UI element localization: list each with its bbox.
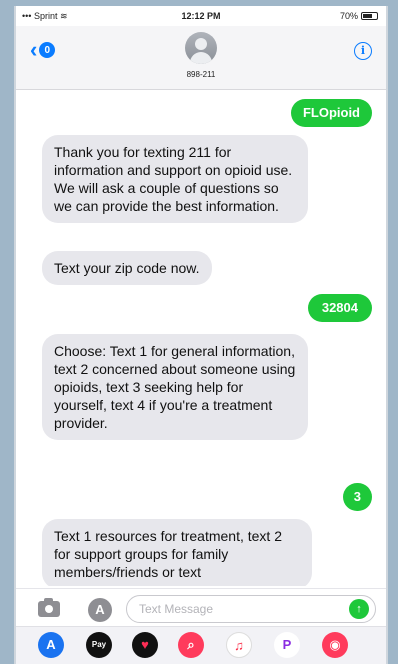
battery-percent: 70% [339, 11, 358, 21]
apple-pay-icon[interactable]: Pay [86, 632, 112, 658]
message-input-placeholder: Text Message [139, 602, 214, 616]
back-button[interactable]: ‹ 0 [30, 37, 56, 62]
message-bubble-sent[interactable]: FLOpioid [290, 99, 372, 127]
status-bar: ••• Sprint ≋ 12:12 PM 70% [16, 6, 386, 26]
camera-icon[interactable] [38, 598, 60, 617]
music-icon[interactable]: ♫ [226, 632, 252, 658]
info-icon[interactable]: i [354, 42, 372, 60]
contact-avatar[interactable] [185, 32, 217, 64]
message-bubble-received[interactable]: Thank you for texting 211 for informatio… [42, 135, 308, 223]
p-app-icon[interactable]: P [274, 632, 300, 658]
sticker-icon[interactable]: ◉ [322, 632, 348, 658]
phone-screen: ••• Sprint ≋ 12:12 PM 70% ‹ 0 898-211 i … [14, 6, 388, 664]
chevron-left-icon: ‹ [30, 37, 38, 62]
message-bubble-received[interactable]: Text your zip code now. [42, 251, 212, 285]
clock: 12:12 PM [181, 11, 221, 21]
avatar-body [190, 52, 212, 64]
digital-touch-icon[interactable]: ♥ [132, 632, 158, 658]
message-composer: A Text Message ↑ [16, 588, 386, 626]
message-bubble-received[interactable]: Choose: Text 1 for general information, … [42, 334, 308, 440]
app-store-icon[interactable]: A [88, 598, 112, 622]
message-bubble-sent[interactable]: 3 [342, 483, 372, 511]
app-store-icon[interactable]: A [38, 632, 64, 658]
app-drawer: A Pay ♥ ⌕ ♫ P ◉ [16, 626, 386, 664]
avatar-head [195, 38, 207, 50]
battery-indicator: 70% [340, 11, 378, 21]
battery-icon [361, 12, 378, 20]
unread-badge: 0 [39, 42, 56, 58]
send-arrow-icon[interactable]: ↑ [349, 599, 369, 619]
contact-name[interactable]: 898-211 [16, 70, 386, 79]
message-thread[interactable]: FLOpioid Thank you for texting 211 for i… [16, 91, 386, 586]
message-input[interactable]: Text Message ↑ [126, 595, 376, 623]
message-bubble-received[interactable]: Text 1 resources for treatment, text 2 f… [42, 519, 312, 586]
image-search-icon[interactable]: ⌕ [178, 632, 204, 658]
conversation-header: ‹ 0 898-211 i [16, 26, 386, 90]
message-bubble-sent[interactable]: 32804 [307, 294, 372, 322]
battery-fill [363, 14, 373, 18]
